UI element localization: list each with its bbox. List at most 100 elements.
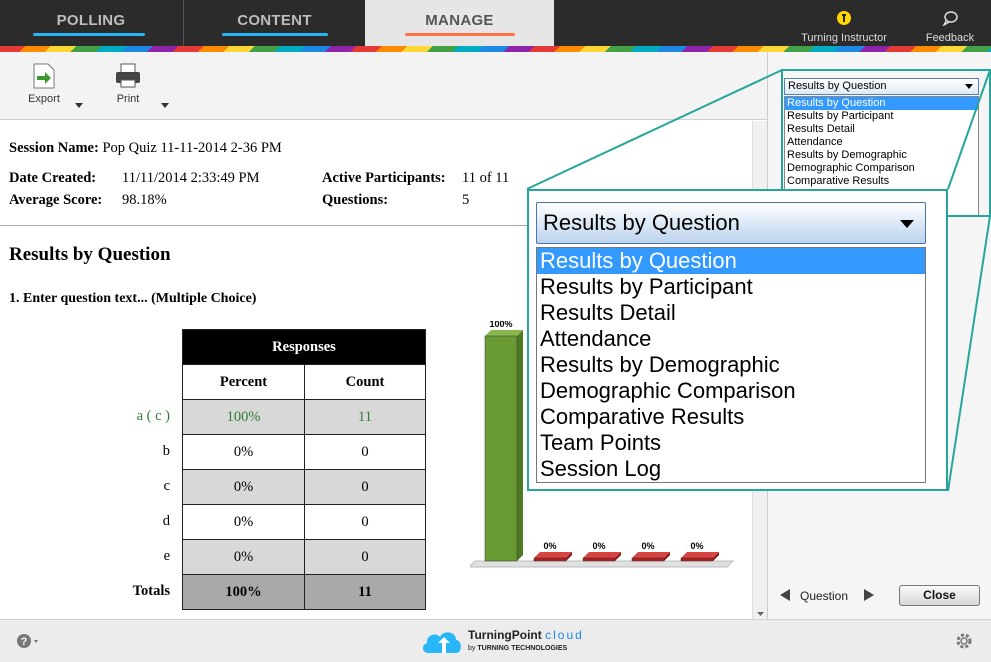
percent-cell: 100% <box>182 399 305 435</box>
count-column-header: Count <box>304 364 426 400</box>
printer-icon <box>116 63 140 88</box>
chart-bar-top <box>632 552 670 558</box>
answer-label-b: b <box>162 443 170 459</box>
average-score-value: 98.18% <box>122 192 167 208</box>
tab-content-label: CONTENT <box>237 12 312 29</box>
chart-data-label: 0% <box>543 541 556 551</box>
export-icon <box>33 63 55 89</box>
chart-bar <box>484 335 518 562</box>
option-results-by-question[interactable]: Results by Question <box>785 97 978 110</box>
turning-logo-icon <box>837 11 851 25</box>
question-title: 1. Enter question text... (Multiple Choi… <box>9 291 257 306</box>
option-results-detail[interactable]: Results Detail <box>537 300 925 326</box>
totals-count-cell: 11 <box>304 574 426 610</box>
chart-bar-top <box>583 552 621 558</box>
table-row: 0% 0 <box>182 434 426 470</box>
percent-cell: 0% <box>182 504 305 540</box>
report-type-options: Results by Question Results by Participa… <box>536 247 926 483</box>
chart-bar-side <box>517 330 523 561</box>
date-created-label: Date Created: <box>9 170 97 186</box>
answer-label-d: d <box>162 513 170 529</box>
chart-bar <box>533 557 567 562</box>
turning-instructor-button[interactable]: Turning Instructor <box>800 10 888 44</box>
option-attendance[interactable]: Attendance <box>537 326 925 352</box>
brand-company: TURNING TECHNOLOGIES <box>477 645 568 652</box>
chart-bar <box>631 557 665 562</box>
report-type-selected-small: Results by Question <box>788 80 887 92</box>
session-name-row: Session Name: Pop Quiz 11-11-2014 2-36 P… <box>9 140 282 157</box>
help-icon: ? <box>17 634 38 648</box>
chart-data-label: 100% <box>489 321 512 329</box>
feedback-icon <box>942 11 958 27</box>
gear-icon <box>956 633 972 649</box>
export-dropdown-caret-icon[interactable] <box>75 103 83 108</box>
average-score-label: Average Score: <box>9 192 103 208</box>
active-participants-value: 11 of 11 <box>462 170 510 186</box>
tab-polling[interactable]: POLLING <box>0 0 182 46</box>
table-row: 0% 0 <box>182 469 426 505</box>
totals-label: Totals <box>132 583 170 599</box>
chart-bar-top <box>485 330 523 336</box>
option-attendance[interactable]: Attendance <box>785 136 978 149</box>
turningpoint-cloud-logo: TurningPoint cloud by TURNING TECHNOLOGI… <box>420 623 600 659</box>
previous-question-icon[interactable] <box>778 588 792 602</box>
tab-manage-label: MANAGE <box>425 12 494 29</box>
help-button[interactable]: ? <box>16 632 40 655</box>
percent-cell: 0% <box>182 539 305 575</box>
chart-bar <box>582 557 616 562</box>
settings-button[interactable] <box>955 632 973 655</box>
option-session-log[interactable]: Session Log <box>537 456 925 482</box>
chart-data-label: 0% <box>592 541 605 551</box>
responses-header: Responses <box>182 329 426 365</box>
export-button[interactable]: Export <box>24 62 64 105</box>
feedback-button[interactable]: Feedback <box>922 10 978 44</box>
select-caret-icon <box>965 84 973 89</box>
table-row: 0% 0 <box>182 539 426 575</box>
tab-underline <box>405 33 515 36</box>
tab-manage[interactable]: MANAGE <box>365 0 554 46</box>
top-nav-bar: POLLING CONTENT MANAGE Turning Instructo… <box>0 0 991 46</box>
next-question-icon[interactable] <box>862 588 876 602</box>
close-button[interactable]: Close <box>899 585 980 606</box>
export-label: Export <box>28 93 60 105</box>
option-demographic-comparison[interactable]: Demographic Comparison <box>537 378 925 404</box>
tab-underline <box>222 33 328 36</box>
answer-label-c: c <box>163 478 170 494</box>
option-demographic-comparison[interactable]: Demographic Comparison <box>785 162 978 175</box>
svg-text:?: ? <box>21 636 28 648</box>
count-cell: 11 <box>304 399 426 435</box>
table-row: 100% 11 <box>182 399 426 435</box>
table-row: 0% 0 <box>182 504 426 540</box>
active-participants-label: Active Participants: <box>322 170 446 186</box>
report-heading: Results by Question <box>9 244 171 265</box>
option-results-by-participant[interactable]: Results by Participant <box>785 110 978 123</box>
questions-value: 5 <box>462 192 470 208</box>
zoomed-report-select: Results by Question Results by Question … <box>527 189 948 491</box>
chart-data-label: 0% <box>690 541 703 551</box>
option-comparative-results[interactable]: Comparative Results <box>537 404 925 430</box>
brand-name: TurningPoint <box>468 628 542 642</box>
report-type-select[interactable]: Results by Question <box>536 202 926 244</box>
totals-percent-cell: 100% <box>182 574 305 610</box>
brand-cloud: cloud <box>545 628 584 642</box>
option-team-points[interactable]: Team Points <box>537 430 925 456</box>
answer-label-e: e <box>163 548 170 564</box>
report-type-selected: Results by Question <box>543 210 740 235</box>
responses-table: Responses Percent Count 100% 11 0% 0 0% … <box>182 329 426 610</box>
report-type-select-small[interactable]: Results by Question <box>784 78 979 95</box>
chevron-down-icon <box>900 220 914 228</box>
chart-bar <box>680 557 714 562</box>
print-dropdown-caret-icon[interactable] <box>161 103 169 108</box>
tab-content[interactable]: CONTENT <box>183 0 365 46</box>
feedback-label: Feedback <box>925 32 975 44</box>
print-button[interactable]: Print <box>110 62 146 105</box>
option-results-by-participant[interactable]: Results by Participant <box>537 274 925 300</box>
count-cell: 0 <box>304 539 426 575</box>
option-comparative-results[interactable]: Comparative Results <box>785 175 978 188</box>
option-results-by-question[interactable]: Results by Question <box>537 248 925 274</box>
option-results-by-demographic[interactable]: Results by Demographic <box>537 352 925 378</box>
option-results-detail[interactable]: Results Detail <box>785 123 978 136</box>
option-results-by-demographic[interactable]: Results by Demographic <box>785 149 978 162</box>
date-created-value: 11/11/2014 2:33:49 PM <box>122 170 260 186</box>
percent-column-header: Percent <box>182 364 305 400</box>
